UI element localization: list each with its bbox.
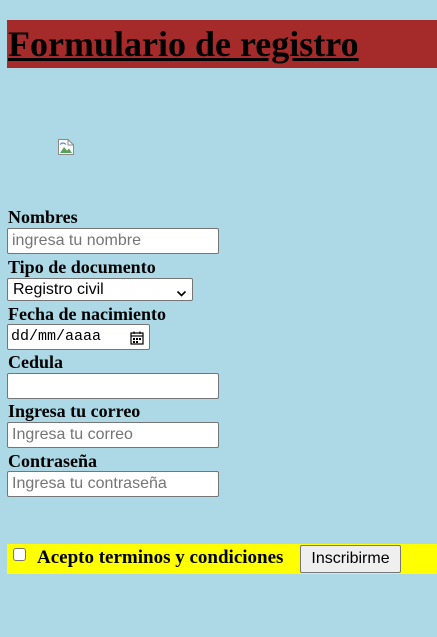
tipo-documento-selected-value: Registro civil — [13, 281, 104, 298]
chevron-down-icon — [176, 284, 187, 297]
nombres-input[interactable] — [7, 228, 219, 254]
page-title: Formulario de registro — [8, 24, 359, 64]
cedula-label: Cedula — [8, 352, 64, 372]
tipo-documento-label: Tipo de documento — [8, 257, 156, 277]
fecha-nacimiento-value: dd/mm/aaaa — [11, 328, 102, 345]
cedula-input[interactable] — [7, 373, 219, 399]
correo-input[interactable] — [7, 422, 219, 448]
contrasena-label: Contraseña — [8, 451, 97, 471]
tipo-documento-select[interactable]: Registro civil — [7, 278, 193, 301]
contrasena-input[interactable] — [7, 471, 219, 497]
nombres-label: Nombres — [8, 207, 78, 227]
terms-checkbox[interactable] — [13, 548, 26, 561]
correo-label: Ingresa tu correo — [8, 401, 141, 421]
fecha-nacimiento-input[interactable]: dd/mm/aaaa — [7, 324, 150, 350]
calendar-icon[interactable] — [130, 330, 144, 345]
terms-label[interactable]: Acepto terminos y condiciones — [37, 547, 283, 569]
broken-image-icon — [57, 138, 75, 156]
submit-button[interactable]: Inscribirme — [300, 545, 401, 573]
header-bar: Formulario de registro — [7, 20, 437, 68]
fecha-nacimiento-label: Fecha de nacimiento — [8, 304, 166, 324]
terms-bar: Acepto terminos y condiciones Inscribirm… — [7, 544, 437, 574]
